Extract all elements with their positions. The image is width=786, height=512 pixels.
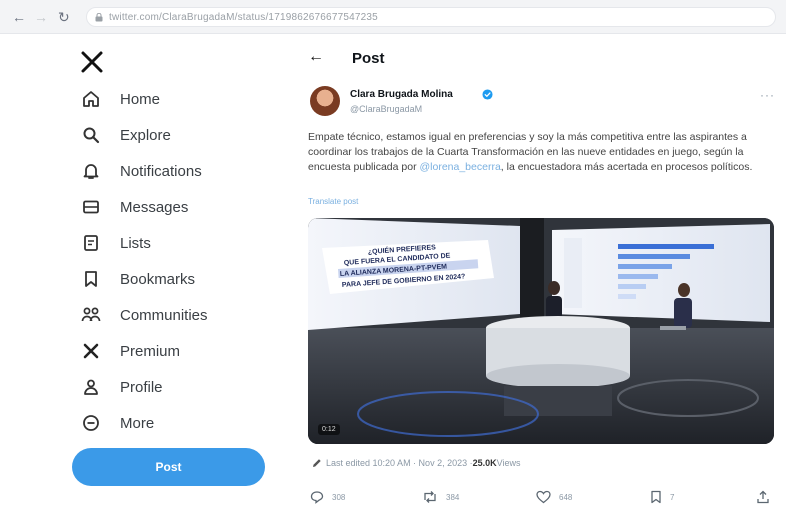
tweet-video[interactable]: ¿QUIÉN PREFIERES QUE FUERA EL CANDIDATO … — [308, 218, 774, 444]
sidebar-nav: Home Explore Notifications Messages List… — [0, 34, 290, 512]
repost-count: 384 — [446, 492, 460, 502]
browser-toolbar: ← → ↻ twitter.com/ClaraBrugadaM/status/1… — [0, 0, 786, 34]
browser-forward-icon[interactable]: → — [34, 9, 48, 25]
sidebar-item-label: Lists — [120, 234, 151, 252]
back-arrow-icon[interactable]: ← — [308, 48, 324, 66]
x-premium-icon — [80, 340, 102, 362]
reply-icon — [310, 491, 324, 504]
address-bar[interactable]: twitter.com/ClaraBrugadaM/status/1719862… — [86, 7, 776, 27]
list-icon — [80, 232, 102, 254]
translate-post-link[interactable]: Translate post — [308, 197, 358, 206]
edited-text[interactable]: Last edited 10:20 AM · Nov 2, 2023 · — [326, 458, 473, 468]
url-text: twitter.com/ClaraBrugadaM/status/1719862… — [109, 12, 378, 23]
sidebar-item-label: Notifications — [120, 162, 202, 180]
sidebar-item-label: Premium — [120, 342, 181, 360]
bookmark-icon — [80, 268, 102, 290]
x-logo-icon[interactable] — [80, 50, 104, 74]
main-column: ← Post Clara Brugada Molina @ClaraBrugad… — [290, 34, 786, 512]
sidebar-item-label: More — [120, 414, 155, 432]
like-count: 648 — [559, 492, 573, 502]
repost-icon — [424, 491, 436, 503]
sidebar-item-bookmarks[interactable]: Bookmarks — [80, 266, 195, 292]
mention-link[interactable]: @lorena_becerra — [420, 161, 501, 173]
more-circle-icon — [80, 412, 102, 434]
bookmark-icon — [651, 490, 661, 504]
repost-button[interactable]: 384 — [422, 490, 459, 504]
bell-icon — [80, 160, 102, 182]
video-duration-badge: 0:12 — [318, 424, 340, 435]
sidebar-item-label: Profile — [120, 378, 163, 396]
sidebar-item-label: Home — [120, 90, 161, 108]
sidebar-item-home[interactable]: Home — [80, 86, 160, 112]
author-name[interactable]: Clara Brugada Molina — [350, 89, 453, 100]
heart-icon — [536, 490, 551, 504]
post-button[interactable]: Post — [72, 448, 265, 486]
sidebar-item-label: Explore — [120, 126, 171, 144]
profile-icon — [80, 376, 102, 398]
home-icon — [80, 88, 102, 110]
pencil-icon — [313, 459, 321, 467]
verified-badge-icon — [482, 89, 493, 100]
bookmark-count: 7 — [670, 492, 675, 502]
tweet-text-part: , la encuestadora más acertada en proces… — [500, 161, 753, 173]
sidebar-item-label: Communities — [120, 306, 208, 324]
browser-reload-icon[interactable]: ↻ — [58, 9, 70, 25]
sidebar-item-label: Messages — [120, 198, 189, 216]
bookmark-button[interactable]: 7 — [650, 490, 674, 504]
views-label: Views — [496, 458, 521, 468]
reply-count: 308 — [332, 492, 346, 502]
sidebar-item-explore[interactable]: Explore — [80, 122, 171, 148]
lock-icon — [95, 13, 103, 22]
sidebar-item-messages[interactable]: Messages — [80, 194, 188, 220]
page-title: Post — [352, 50, 385, 67]
sidebar-item-profile[interactable]: Profile — [80, 374, 163, 400]
author-handle[interactable]: @ClaraBrugadaM — [350, 104, 422, 114]
tweet-text: Empate técnico, estamos igual en prefere… — [308, 130, 778, 175]
mail-icon — [80, 196, 102, 218]
avatar[interactable] — [310, 86, 340, 116]
communities-icon — [80, 304, 102, 326]
sidebar-item-premium[interactable]: Premium — [80, 338, 180, 364]
sidebar-item-more[interactable]: More — [80, 410, 154, 436]
edited-timestamp: Last edited 10:20 AM · Nov 2, 2023 · 25.… — [312, 458, 520, 468]
like-button[interactable]: 648 — [536, 490, 572, 504]
share-icon — [757, 490, 769, 504]
sidebar-item-communities[interactable]: Communities — [80, 302, 208, 328]
sidebar-item-notifications[interactable]: Notifications — [80, 158, 202, 184]
video-frame: ¿QUIÉN PREFIERES QUE FUERA EL CANDIDATO … — [308, 218, 774, 444]
views-count: 25.0K — [472, 458, 497, 468]
tweet-actions: 308 384 648 7 — [310, 490, 780, 510]
sidebar-item-label: Bookmarks — [120, 270, 196, 288]
search-icon — [80, 124, 102, 146]
more-options-icon[interactable]: ··· — [760, 88, 775, 102]
browser-back-icon[interactable]: ← — [12, 9, 26, 25]
share-button[interactable] — [756, 490, 778, 504]
reply-button[interactable]: 308 — [310, 490, 345, 504]
sidebar-item-lists[interactable]: Lists — [80, 230, 151, 256]
